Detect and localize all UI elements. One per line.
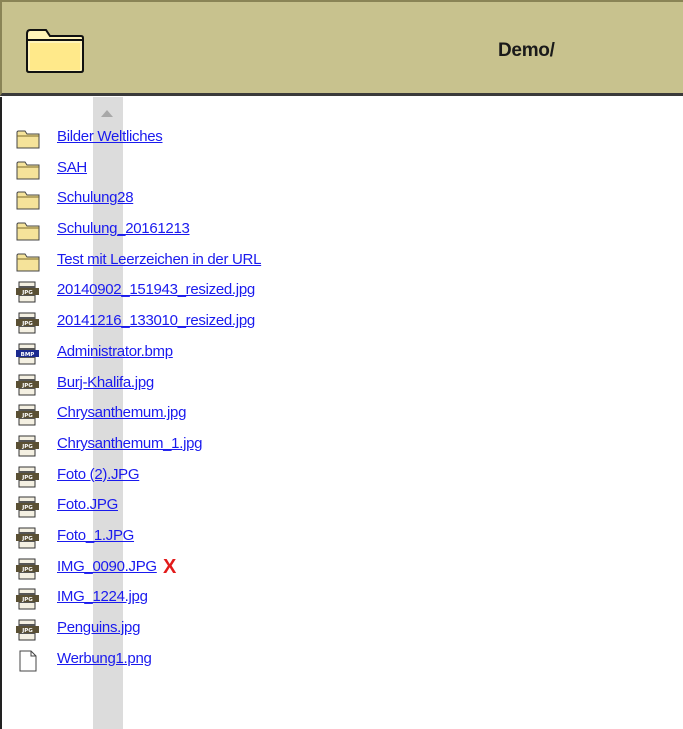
delete-icon[interactable]: X — [163, 556, 176, 579]
folder-icon[interactable] — [16, 220, 40, 242]
folder-link[interactable]: Bilder Weltliches — [57, 128, 163, 145]
jpg-file-icon[interactable]: JPG — [16, 527, 40, 549]
svg-text:JPG: JPG — [21, 290, 33, 296]
list-item: JPG Chrysanthemum.jpg — [0, 400, 683, 431]
file-link[interactable]: Werbung1.png — [57, 650, 152, 667]
list-item: Schulung28 — [0, 185, 683, 216]
folder-link[interactable]: Test mit Leerzeichen in der URL — [57, 251, 261, 268]
folder-link[interactable]: Schulung_20161213 — [57, 220, 190, 237]
svg-text:JPG: JPG — [21, 382, 33, 388]
jpg-file-icon[interactable]: JPG — [16, 281, 40, 303]
file-link[interactable]: IMG_0090.JPG — [57, 558, 157, 575]
file-list-area: Bilder Weltliches SAH Schulung28 Schulung_2… — [0, 97, 683, 729]
file-link[interactable]: Administrator.bmp — [57, 343, 173, 360]
list-item: JPG Penguins.jpg — [0, 615, 683, 646]
list-item: Werbung1.png — [0, 646, 683, 677]
folder-link[interactable]: Schulung28 — [57, 189, 134, 206]
jpg-file-icon[interactable]: JPG — [16, 558, 40, 580]
list-item: JPG Burj-Khalifa.jpg — [0, 370, 683, 401]
jpg-file-icon[interactable]: JPG — [16, 435, 40, 457]
svg-text:JPG: JPG — [21, 536, 33, 542]
svg-text:BMP: BMP — [21, 352, 35, 358]
open-folder-icon[interactable] — [24, 26, 86, 74]
list-item: JPG IMG_0090.JPG X — [0, 554, 683, 585]
svg-text:JPG: JPG — [21, 628, 33, 634]
jpg-file-icon[interactable]: JPG — [16, 404, 40, 426]
file-link[interactable]: 20141216_133010_resized.jpg — [57, 312, 255, 329]
svg-text:JPG: JPG — [21, 597, 33, 603]
jpg-file-icon[interactable]: JPG — [16, 619, 40, 641]
svg-text:JPG: JPG — [21, 505, 33, 511]
jpg-file-icon[interactable]: JPG — [16, 312, 40, 334]
svg-text:JPG: JPG — [21, 413, 33, 419]
folder-link[interactable]: SAH — [57, 159, 87, 176]
file-link[interactable]: 20140902_151943_resized.jpg — [57, 281, 255, 298]
svg-text:JPG: JPG — [21, 566, 33, 572]
list-item: JPG 20140902_151943_resized.jpg — [0, 277, 683, 308]
jpg-file-icon[interactable]: JPG — [16, 496, 40, 518]
file-link[interactable]: Foto.JPG — [57, 496, 118, 513]
file-link[interactable]: Chrysanthemum_1.jpg — [57, 435, 203, 452]
list-item: JPG Chrysanthemum_1.jpg — [0, 431, 683, 462]
jpg-file-icon[interactable]: JPG — [16, 588, 40, 610]
blank-file-icon[interactable] — [16, 650, 40, 672]
header-bar: Demo/ — [0, 0, 683, 96]
scroll-up-arrow-icon[interactable] — [101, 110, 113, 117]
list-item: Schulung_20161213 — [0, 216, 683, 247]
folder-icon[interactable] — [16, 128, 40, 150]
file-list: Bilder Weltliches SAH Schulung28 Schulung_2… — [0, 124, 683, 676]
list-item: JPG Foto_1.JPG — [0, 523, 683, 554]
jpg-file-icon[interactable]: JPG — [16, 374, 40, 396]
list-item: SAH — [0, 155, 683, 186]
svg-text:JPG: JPG — [21, 474, 33, 480]
file-link[interactable]: Foto (2).JPG — [57, 466, 140, 483]
svg-text:JPG: JPG — [21, 444, 33, 450]
svg-text:JPG: JPG — [21, 321, 33, 327]
folder-icon[interactable] — [16, 251, 40, 273]
list-item: JPG Foto.JPG — [0, 492, 683, 523]
file-link[interactable]: IMG_1224.jpg — [57, 588, 148, 605]
file-link[interactable]: Foto_1.JPG — [57, 527, 134, 544]
current-path-title: Demo/ — [498, 40, 555, 61]
file-link[interactable]: Penguins.jpg — [57, 619, 140, 636]
list-item: BMP Administrator.bmp — [0, 339, 683, 370]
list-item: Bilder Weltliches — [0, 124, 683, 155]
jpg-file-icon[interactable]: JPG — [16, 466, 40, 488]
bmp-file-icon[interactable]: BMP — [16, 343, 40, 365]
list-item: JPG IMG_1224.jpg — [0, 584, 683, 615]
folder-icon[interactable] — [16, 159, 40, 181]
file-link[interactable]: Burj-Khalifa.jpg — [57, 374, 154, 391]
file-link[interactable]: Chrysanthemum.jpg — [57, 404, 186, 421]
list-item: JPG Foto (2).JPG — [0, 462, 683, 493]
folder-icon[interactable] — [16, 189, 40, 211]
list-item: Test mit Leerzeichen in der URL — [0, 247, 683, 278]
list-item: JPG 20141216_133010_resized.jpg — [0, 308, 683, 339]
